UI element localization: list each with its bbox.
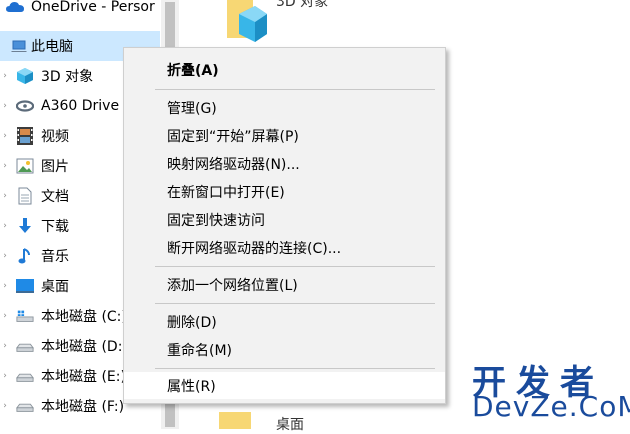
video-icon <box>16 127 34 145</box>
watermark-en: DevZe.CoM <box>472 390 630 423</box>
download-icon <box>16 217 34 235</box>
menu-item-properties[interactable]: 属性(R) <box>124 372 445 399</box>
folder-label[interactable]: 3D 对象 <box>276 0 328 11</box>
chevron-right-icon[interactable]: › <box>1 70 9 82</box>
nav-item-label: 图片 <box>41 159 69 175</box>
desktop-folder-icon[interactable] <box>219 412 251 429</box>
chevron-right-icon[interactable]: › <box>1 220 9 232</box>
chevron-right-icon[interactable]: › <box>1 160 9 172</box>
menu-item-map-network-drive[interactable]: 映射网络驱动器(N)... <box>124 150 445 177</box>
menu-separator <box>155 266 435 267</box>
nav-item-label: 文档 <box>41 189 69 205</box>
chevron-right-icon[interactable]: › <box>1 310 9 322</box>
a360-drive-icon <box>16 97 34 115</box>
menu-item-collapse[interactable]: 折叠(A) <box>124 56 445 83</box>
nav-item-label: 音乐 <box>41 249 69 265</box>
nav-item-label: 视频 <box>41 129 69 145</box>
menu-item-add-network-location[interactable]: 添加一个网络位置(L) <box>124 271 445 298</box>
pictures-icon <box>16 157 34 175</box>
3d-objects-folder-icon[interactable] <box>227 0 267 44</box>
nav-item-label: 此电脑 <box>31 39 73 55</box>
menu-item-rename[interactable]: 重命名(M) <box>124 336 445 363</box>
nav-item-label: OneDrive - Persor <box>31 0 155 15</box>
nav-item-label: 本地磁盘 (E:) <box>41 369 126 385</box>
3d-objects-icon <box>16 67 34 85</box>
menu-item-delete[interactable]: 删除(D) <box>124 308 445 335</box>
chevron-right-icon[interactable]: › <box>1 400 9 412</box>
documents-icon <box>16 187 34 205</box>
context-menu: 折叠(A) 管理(G) 固定到“开始”屏幕(P) 映射网络驱动器(N)... 在… <box>123 47 446 404</box>
this-pc-icon <box>10 37 28 55</box>
drive-icon <box>16 367 34 385</box>
nav-item-label: 3D 对象 <box>41 69 94 85</box>
nav-item-label: 桌面 <box>41 279 69 295</box>
drive-c-icon <box>16 307 34 325</box>
nav-item-label: 本地磁盘 (D:) <box>41 339 128 355</box>
chevron-right-icon[interactable]: › <box>1 190 9 202</box>
cloud-icon <box>6 0 24 16</box>
nav-item-onedrive[interactable]: OneDrive - Persor <box>0 0 160 22</box>
menu-item-manage[interactable]: 管理(G) <box>124 94 445 121</box>
nav-item-label: 本地磁盘 (F:) <box>41 399 125 415</box>
menu-separator <box>155 89 435 90</box>
menu-item-open-new-window[interactable]: 在新窗口中打开(E) <box>124 178 445 205</box>
chevron-right-icon[interactable]: › <box>1 130 9 142</box>
folder-label[interactable]: 桌面 <box>276 414 304 434</box>
chevron-right-icon[interactable]: › <box>1 370 9 382</box>
chevron-right-icon[interactable]: › <box>1 100 9 112</box>
nav-item-label: A360 Drive <box>41 98 120 114</box>
drive-icon <box>16 397 34 415</box>
menu-separator <box>155 368 435 369</box>
nav-item-label: 本地磁盘 (C:) <box>41 309 127 325</box>
chevron-right-icon[interactable]: › <box>1 250 9 262</box>
drive-icon <box>16 337 34 355</box>
menu-separator <box>155 303 435 304</box>
menu-item-disconnect-network-drive[interactable]: 断开网络驱动器的连接(C)... <box>124 234 445 261</box>
desktop-icon <box>16 277 34 295</box>
chevron-right-icon[interactable]: › <box>1 280 9 292</box>
menu-item-pin-quick-access[interactable]: 固定到快速访问 <box>124 206 445 233</box>
menu-item-pin-to-start[interactable]: 固定到“开始”屏幕(P) <box>124 122 445 149</box>
chevron-right-icon[interactable]: › <box>1 340 9 352</box>
nav-item-label: 下载 <box>41 219 69 235</box>
music-icon <box>16 247 34 265</box>
